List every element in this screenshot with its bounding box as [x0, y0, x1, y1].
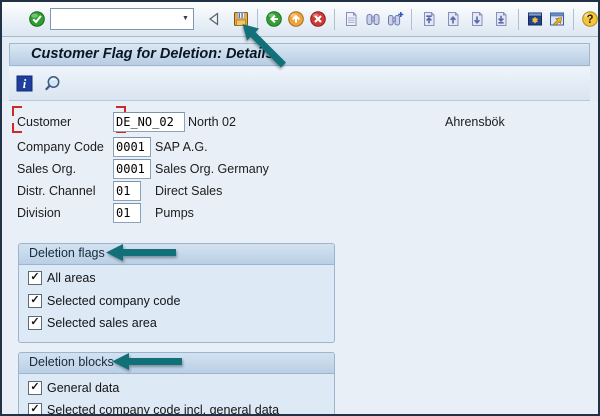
content-area: Customer North 02 Ahrensbök Company Code…: [2, 101, 598, 414]
customer-description: North 02: [188, 115, 236, 129]
checkbox-row-company-code-incl-general: ✓ Selected company code incl. general da…: [28, 403, 279, 414]
division-description: Pumps: [155, 206, 194, 220]
field-row-distr-channel: Distr. Channel Direct Sales: [2, 181, 598, 201]
general-data-checkbox[interactable]: ✓: [28, 381, 42, 395]
checkbox-row-all-areas: ✓ All areas: [28, 271, 96, 285]
company-code-description: SAP A.G.: [155, 140, 208, 154]
toolbar-separator: [411, 8, 412, 30]
next-page-icon: [472, 12, 483, 26]
previous-page-button[interactable]: [444, 10, 462, 28]
hide-command-field-button[interactable]: [206, 10, 224, 28]
deletion-flags-group: Deletion flags ✓ All areas ✓ Selected co…: [18, 243, 335, 343]
find-icon: [366, 14, 380, 25]
company-code-incl-general-label: Selected company code incl. general data: [47, 403, 280, 414]
toolbar-separator: [518, 8, 519, 30]
customer-input[interactable]: [113, 112, 185, 132]
previous-page-icon: [448, 12, 459, 26]
customer-city: Ahrensbök: [445, 115, 505, 129]
cancel-icon: [310, 11, 326, 27]
enter-icon: [29, 11, 45, 27]
all-areas-label: All areas: [47, 271, 96, 285]
display-button[interactable]: [42, 74, 62, 94]
command-input[interactable]: [51, 11, 178, 27]
last-page-button[interactable]: [492, 10, 510, 28]
customer-label: Customer: [17, 115, 72, 129]
selected-sales-area-checkbox[interactable]: ✓: [28, 316, 42, 330]
shortcut-icon: [550, 12, 564, 27]
field-row-customer: Customer North 02 Ahrensbök: [2, 106, 598, 133]
print-icon: [346, 12, 357, 26]
dropdown-icon[interactable]: ▼: [178, 10, 193, 28]
display-icon: [45, 75, 60, 91]
sales-org-input[interactable]: [113, 159, 151, 179]
deletion-flags-header: Deletion flags: [19, 244, 334, 265]
checkbox-row-selected-company-code: ✓ Selected company code: [28, 294, 180, 308]
sales-org-description: Sales Org. Germany: [155, 162, 269, 176]
help-button[interactable]: ?: [581, 10, 598, 28]
info-button[interactable]: i: [15, 74, 35, 94]
create-shortcut-button[interactable]: [548, 10, 566, 28]
collapse-command-icon: [208, 12, 219, 26]
division-label: Division: [17, 206, 61, 220]
exit-icon: [288, 11, 304, 27]
toolbar-separator: [334, 8, 335, 30]
standard-toolbar: ▼ ?: [2, 2, 598, 37]
last-page-icon: [496, 12, 507, 26]
selected-sales-area-label: Selected sales area: [47, 316, 157, 330]
new-session-icon: [528, 12, 542, 26]
selected-company-code-label: Selected company code: [47, 294, 181, 308]
checkbox-row-general-data: ✓ General data: [28, 381, 119, 395]
info-glyph: i: [23, 77, 27, 91]
sap-window: ▼ ? Customer Flag for Deletion: Details …: [0, 0, 600, 416]
cancel-button[interactable]: [309, 10, 327, 28]
application-toolbar: i: [9, 67, 590, 101]
find-next-button[interactable]: [386, 10, 404, 28]
division-input[interactable]: [113, 203, 141, 223]
help-icon: ?: [582, 11, 598, 27]
general-data-label: General data: [47, 381, 120, 395]
distr-channel-description: Direct Sales: [155, 184, 223, 198]
find-next-icon: [388, 12, 404, 26]
back-button[interactable]: [265, 10, 283, 28]
company-code-incl-general-checkbox[interactable]: ✓: [28, 403, 42, 414]
company-code-input[interactable]: [113, 137, 151, 157]
distr-channel-input[interactable]: [113, 181, 141, 201]
first-page-button[interactable]: [420, 10, 438, 28]
back-icon: [266, 11, 282, 27]
field-row-sales-org: Sales Org. Sales Org. Germany: [2, 159, 598, 179]
annotation-arrow-deletion-flags: [106, 244, 176, 261]
command-field[interactable]: ▼: [50, 8, 194, 30]
enter-button[interactable]: [28, 10, 46, 28]
question-glyph: ?: [586, 14, 593, 26]
selected-company-code-checkbox[interactable]: ✓: [28, 294, 42, 308]
distr-channel-label: Distr. Channel: [17, 184, 96, 198]
print-button[interactable]: [342, 10, 360, 28]
sales-org-label: Sales Org.: [17, 162, 77, 176]
page-title: Customer Flag for Deletion: Details: [31, 46, 274, 62]
company-code-label: Company Code: [17, 140, 104, 154]
annotation-arrow-deletion-blocks: [112, 353, 182, 370]
toolbar-separator: [573, 8, 574, 30]
exit-button[interactable]: [287, 10, 305, 28]
first-page-icon: [424, 12, 435, 26]
info-icon: i: [16, 75, 33, 92]
next-page-button[interactable]: [468, 10, 486, 28]
find-button[interactable]: [364, 10, 382, 28]
field-row-company-code: Company Code SAP A.G.: [2, 137, 598, 157]
checkbox-row-selected-sales-area: ✓ Selected sales area: [28, 316, 157, 330]
all-areas-checkbox[interactable]: ✓: [28, 271, 42, 285]
title-bar: Customer Flag for Deletion: Details: [9, 43, 590, 66]
field-row-division: Division Pumps: [2, 203, 598, 223]
new-session-button[interactable]: [526, 10, 544, 28]
